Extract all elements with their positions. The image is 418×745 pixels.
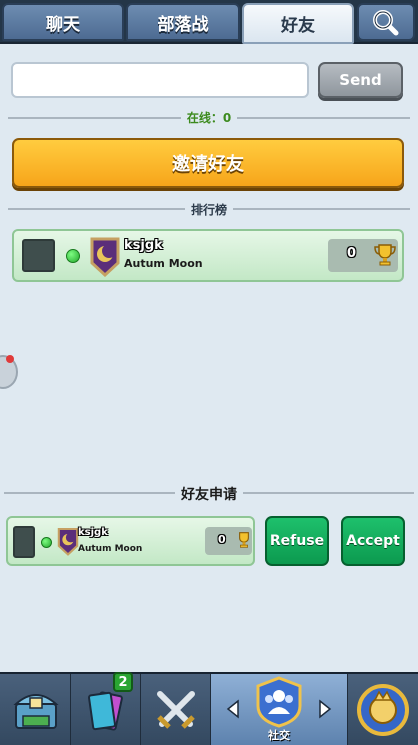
accept-label: Accept [346, 533, 400, 549]
magnifier-icon [373, 10, 399, 36]
message-input[interactable] [11, 62, 309, 98]
tab-friends[interactable]: 好友 [242, 3, 354, 44]
trophy-icon [374, 244, 396, 266]
request-avatar-slot [13, 526, 35, 558]
crossed-swords-icon [157, 691, 195, 729]
top-tab-bar: 聊天 部落战 好友 [0, 0, 418, 44]
tab-clan-war-label: 部落战 [157, 14, 209, 35]
accept-button[interactable]: Accept [341, 516, 405, 566]
request-trophy-icon [239, 532, 249, 548]
leaderboard-friend-card[interactable]: ksjgk Autum Moon 0 [12, 229, 404, 282]
refuse-label: Refuse [269, 533, 325, 549]
tab-chat[interactable]: 聊天 [2, 3, 124, 41]
tournament-icon [357, 684, 409, 736]
side-notification-icon[interactable] [0, 355, 18, 389]
refuse-button[interactable]: Refuse [265, 516, 329, 566]
request-friend-name: ksjgk [78, 527, 108, 538]
social-icon [256, 676, 302, 728]
nav-social-label: 社交 [268, 729, 290, 742]
invite-friends-button[interactable]: 邀请好友 [12, 138, 404, 188]
nav-chests[interactable] [0, 674, 71, 745]
friend-request-card[interactable]: ksjgk Autum Moon 0 [6, 516, 255, 566]
chest-icon [13, 694, 59, 729]
tab-friends-label: 好友 [281, 16, 315, 36]
send-button-label: Send [339, 71, 382, 89]
trophy-count: 0 [347, 246, 357, 261]
request-clan-badge-icon [57, 527, 79, 556]
cards-notification-badge: 2 [113, 672, 133, 692]
invite-friends-label: 邀请好友 [172, 154, 244, 175]
nav-battle[interactable] [141, 674, 211, 745]
tab-clan-war[interactable]: 部落战 [126, 3, 240, 41]
online-status-dot [66, 249, 80, 263]
bottom-nav-bar: 社交 [0, 672, 418, 745]
friend-clan-name: Autum Moon [124, 257, 203, 270]
friend-name: ksjgk [124, 238, 163, 253]
clan-badge-icon [90, 237, 120, 277]
arrow-left-icon[interactable] [226, 699, 240, 719]
arrow-right-icon[interactable] [318, 699, 332, 719]
nav-tournament[interactable] [348, 674, 418, 745]
leaderboard-title: 排行榜 [0, 201, 418, 218]
avatar-slot [22, 239, 55, 272]
request-online-dot [41, 537, 52, 548]
request-trophy-count: 0 [218, 533, 226, 546]
search-button[interactable] [357, 3, 415, 41]
cards-icon [87, 691, 123, 731]
tab-chat-label: 聊天 [46, 14, 80, 35]
friend-requests-title: 好友申请 [0, 484, 418, 504]
send-button[interactable]: Send [318, 62, 403, 98]
nav-social[interactable]: 社交 [211, 674, 348, 745]
request-friend-clan: Autum Moon [78, 544, 143, 554]
online-count-label: 在线：0 [0, 109, 418, 126]
